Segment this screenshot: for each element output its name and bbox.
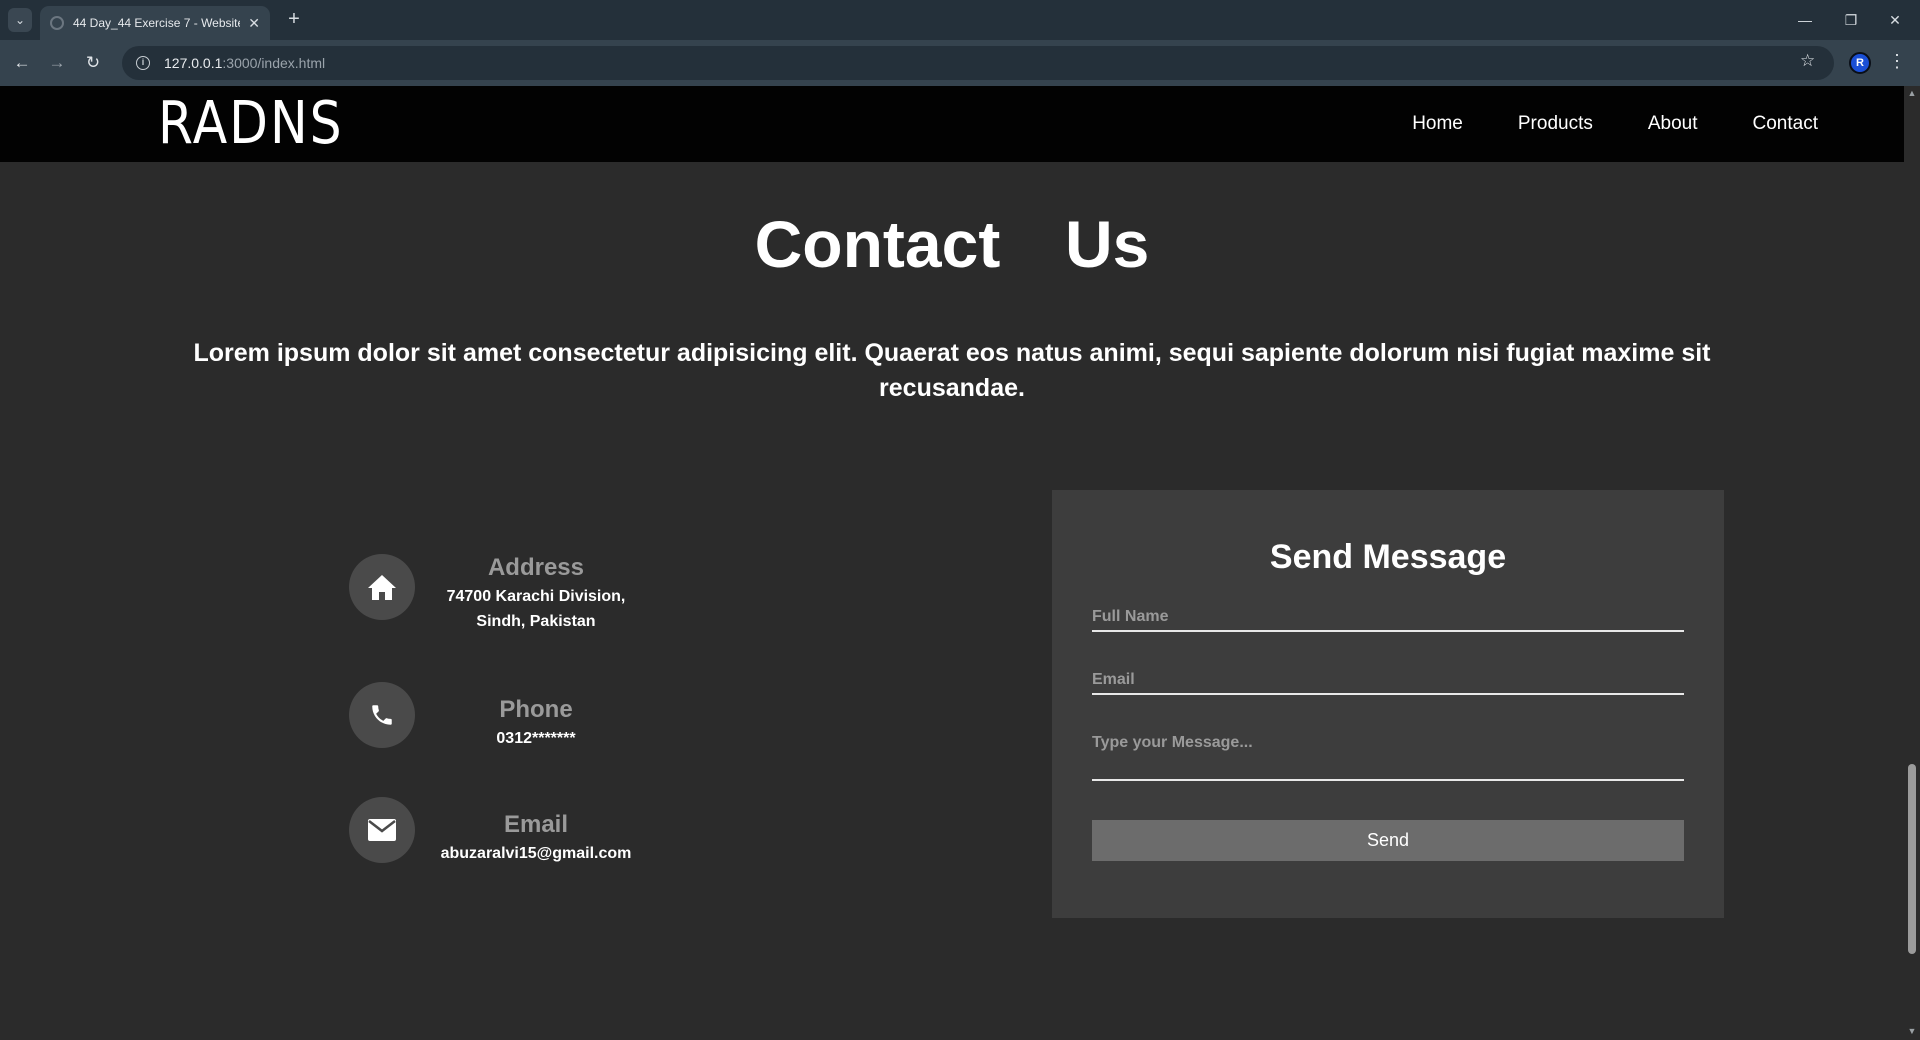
- intro-text: Lorem ipsum dolor sit amet consectetur a…: [193, 339, 1711, 402]
- page-title: Contact Us: [754, 207, 1150, 281]
- scrollbar-thumb[interactable]: [1908, 764, 1916, 954]
- minimize-button[interactable]: —: [1790, 8, 1820, 32]
- restore-button[interactable]: ❐: [1836, 8, 1866, 32]
- tab-search-button[interactable]: ⌄: [8, 8, 32, 32]
- scroll-up-icon[interactable]: ▲: [1907, 88, 1917, 98]
- close-window-button[interactable]: ✕: [1880, 8, 1910, 32]
- nav-contact[interactable]: Contact: [1753, 113, 1818, 135]
- contact-address: Address 74700 Karachi Division, Sindh, P…: [349, 554, 719, 630]
- site-info-icon[interactable]: i: [136, 56, 150, 70]
- tab-title: 44 Day_44 Exercise 7 - Website: [73, 16, 241, 30]
- email-placeholder: Email: [1092, 671, 1135, 688]
- message-placeholder: Type your Message...: [1092, 734, 1253, 751]
- close-tab-icon[interactable]: ✕: [248, 15, 260, 32]
- scroll-down-icon[interactable]: ▼: [1907, 1026, 1917, 1036]
- mail-icon: [349, 797, 415, 863]
- nav-home[interactable]: Home: [1412, 113, 1463, 135]
- page-scrollbar[interactable]: ▲ ▼: [1904, 86, 1920, 1040]
- message-field[interactable]: Type your Message...: [1092, 734, 1684, 781]
- address-bar[interactable]: i 127.0.0.1:3000/index.html: [122, 46, 1834, 80]
- browser-tabbar: ⌄ 44 Day_44 Exercise 7 - Website ✕ + — ❐…: [0, 0, 1920, 40]
- new-tab-button[interactable]: +: [282, 8, 306, 32]
- profile-avatar[interactable]: R: [1849, 52, 1871, 74]
- url-text: 127.0.0.1:3000/index.html: [164, 55, 326, 71]
- full-name-placeholder: Full Name: [1092, 608, 1169, 625]
- email-field[interactable]: Email: [1092, 671, 1684, 695]
- bookmark-star-icon[interactable]: ☆: [1800, 51, 1815, 71]
- phone-icon: [349, 682, 415, 748]
- email-label: Email: [503, 811, 569, 838]
- form-title: Send Message: [1269, 538, 1507, 576]
- full-name-field[interactable]: Full Name: [1092, 608, 1684, 632]
- phone-label: Phone: [499, 696, 573, 723]
- site-header: RADNS Home Products About Contact: [0, 86, 1904, 162]
- phone-value: 0312*******: [496, 730, 576, 747]
- main-nav: Home Products About Contact: [1412, 86, 1818, 162]
- browser-tab[interactable]: 44 Day_44 Exercise 7 - Website ✕: [40, 6, 270, 40]
- home-icon: [349, 554, 415, 620]
- back-button[interactable]: ←: [10, 51, 34, 75]
- globe-icon: [50, 16, 64, 30]
- reload-button[interactable]: ↻: [81, 51, 105, 75]
- send-button[interactable]: Send: [1092, 820, 1684, 861]
- browser-toolbar: ← → ↻ i 127.0.0.1:3000/index.html ☆ R ⋮: [0, 40, 1920, 86]
- contact-email: Email abuzaralvi15@gmail.com: [349, 797, 719, 867]
- contact-phone: Phone 0312*******: [349, 682, 719, 752]
- email-value[interactable]: abuzaralvi15@gmail.com: [431, 841, 641, 866]
- nav-about[interactable]: About: [1648, 113, 1698, 135]
- forward-button[interactable]: →: [45, 51, 69, 75]
- site-logo[interactable]: RADNS: [158, 92, 344, 156]
- browser-menu-icon[interactable]: ⋮: [1888, 51, 1906, 72]
- page-viewport: RADNS Home Products About Contact Contac…: [0, 86, 1904, 1040]
- address-value: 74700 Karachi Division, Sindh, Pakistan: [446, 588, 626, 630]
- nav-products[interactable]: Products: [1518, 113, 1593, 135]
- send-message-form: Send Message Full Name Email Type your M…: [1052, 490, 1724, 918]
- address-label: Address: [487, 554, 585, 581]
